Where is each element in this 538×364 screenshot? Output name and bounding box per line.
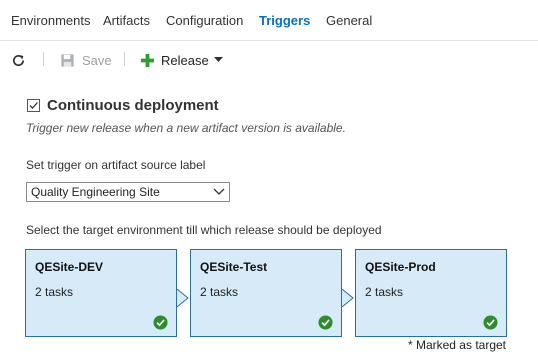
tab-triggers[interactable]: Triggers [259, 13, 310, 28]
environment-card-prod[interactable]: QESite-Prod 2 tasks [355, 249, 507, 337]
section-title: Continuous deployment [47, 97, 219, 114]
artifact-source-select[interactable]: Quality Engineering Site [26, 182, 230, 202]
tab-configuration[interactable]: Configuration [166, 13, 243, 28]
chevron-down-icon [213, 188, 225, 195]
success-check-icon [483, 315, 498, 330]
tab-general[interactable]: General [326, 13, 372, 28]
refresh-icon [13, 54, 25, 66]
continuous-deployment-checkbox[interactable] [27, 99, 40, 112]
tab-environments[interactable]: Environments [11, 13, 90, 28]
success-check-icon [153, 315, 168, 330]
environment-tasks: 2 tasks [365, 285, 404, 299]
plus-icon [140, 53, 155, 67]
save-button[interactable]: Save [60, 50, 112, 70]
save-label: Save [82, 52, 112, 68]
trigger-description: Trigger new release when a new artifact … [26, 121, 346, 135]
toolbar: Save Release [0, 41, 538, 77]
toolbar-separator [124, 52, 125, 66]
success-check-icon [318, 315, 333, 330]
continuous-deployment-header: Continuous deployment [27, 97, 219, 114]
environment-tasks: 2 tasks [200, 285, 239, 299]
save-icon [61, 53, 74, 67]
environment-tasks: 2 tasks [35, 285, 74, 299]
target-footnote: * Marked as target [407, 338, 506, 352]
caret-down-icon [213, 57, 223, 62]
release-label: Release [161, 52, 209, 68]
connector-arrow-icon [176, 289, 189, 307]
checkmark-icon [29, 102, 38, 109]
toolbar-separator [43, 52, 44, 66]
environment-name: QESite-Test [200, 260, 268, 274]
environment-name: QESite-Prod [365, 260, 436, 274]
environment-card-test[interactable]: QESite-Test 2 tasks [190, 249, 342, 337]
environment-name: QESite-DEV [35, 260, 104, 274]
refresh-button[interactable] [11, 50, 26, 70]
tab-artifacts[interactable]: Artifacts [103, 13, 150, 28]
release-button[interactable]: Release [140, 50, 223, 70]
source-label: Set trigger on artifact source label [26, 158, 206, 172]
connector-arrow-icon [341, 289, 354, 307]
artifact-source-value: Quality Engineering Site [31, 185, 160, 199]
environment-card-dev[interactable]: QESite-DEV 2 tasks [25, 249, 177, 337]
target-label: Select the target environment till which… [26, 223, 382, 237]
tab-bar: Environments Artifacts Configuration Tri… [0, 0, 538, 41]
